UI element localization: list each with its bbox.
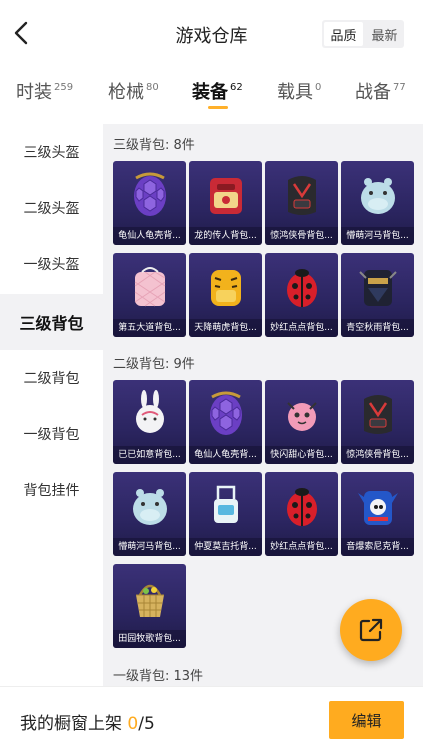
tab-label: 时装 xyxy=(16,82,52,103)
red-dragon-backpack-icon xyxy=(189,161,262,227)
basket-backpack-icon xyxy=(113,564,186,630)
inventory-item-card[interactable]: 妙红点点背包... xyxy=(265,253,338,337)
turtle-shell-backpack-icon xyxy=(189,380,262,446)
showcase-bar: 我的橱窗上架 0/5 编辑 xyxy=(0,686,423,752)
tab-count: 259 xyxy=(54,82,74,93)
pink-cute-backpack-icon xyxy=(265,380,338,446)
inventory-item-card[interactable]: 妙红点点背包... xyxy=(265,472,338,556)
showcase-status: 我的橱窗上架 0/5 xyxy=(20,709,155,734)
hippo-backpack-icon xyxy=(113,472,186,538)
inventory-item-card[interactable]: 惊鸿侠骨背包... xyxy=(265,161,338,245)
white-rabbit-backpack-icon xyxy=(113,380,186,446)
mojito-backpack-icon xyxy=(189,472,262,538)
tab-count: 0 xyxy=(315,82,322,93)
inventory-item-card[interactable]: 音爆索尼克背... xyxy=(341,472,414,556)
pink-quilted-backpack-icon xyxy=(113,253,186,319)
inventory-item-card[interactable]: 快闪甜心背包... xyxy=(265,380,338,464)
external-link-icon xyxy=(359,618,383,642)
tab-vehicles[interactable]: 载具 0 xyxy=(277,78,321,104)
tab-count: 62 xyxy=(230,82,243,93)
hippo-backpack-icon xyxy=(341,161,414,227)
item-name: 已已如意背包... xyxy=(113,446,186,464)
sort-option-latest[interactable]: 最新 xyxy=(365,20,404,48)
tab-label: 枪械 xyxy=(108,82,144,103)
tab-label: 载具 xyxy=(277,82,313,103)
showcase-label: 我的橱窗上架 xyxy=(20,714,122,734)
item-name: 惊鸿侠骨背包... xyxy=(341,446,414,464)
ladybug-backpack-icon xyxy=(265,253,338,319)
item-name: 懵萌河马背包... xyxy=(341,227,414,245)
item-name: 懵萌河马背包... xyxy=(113,538,186,556)
inventory-item-card[interactable]: 田园牧歌背包... xyxy=(113,564,186,648)
item-name: 青空秋雨背包... xyxy=(341,319,414,337)
sidebar-item-level2-helmet[interactable]: 二级头盔 xyxy=(0,180,103,236)
active-tab-indicator xyxy=(208,106,228,109)
inventory-item-card[interactable]: 青空秋雨背包... xyxy=(341,253,414,337)
black-red-backpack-icon xyxy=(341,380,414,446)
inventory-item-card[interactable]: 龙的传人背包... xyxy=(189,161,262,245)
showcase-total-count: /5 xyxy=(138,714,155,734)
turtle-shell-backpack-icon xyxy=(113,161,186,227)
item-name: 快闪甜心背包... xyxy=(265,446,338,464)
item-name: 田园牧歌背包... xyxy=(113,630,186,648)
item-name: 妙红点点背包... xyxy=(265,319,338,337)
tab-count: 77 xyxy=(393,82,406,93)
item-name: 天降萌虎背包... xyxy=(189,319,262,337)
sort-option-quality[interactable]: 品质 xyxy=(324,22,363,46)
sidebar-item-level1-backpack[interactable]: 一级背包 xyxy=(0,406,103,462)
item-name: 龙的传人背包... xyxy=(189,227,262,245)
category-tabs: 时装 259 枪械 80 装备 62 载具 0 战备 77 xyxy=(0,78,423,118)
sonic-backpack-icon xyxy=(341,472,414,538)
tab-guns[interactable]: 枪械 80 xyxy=(108,78,159,104)
item-name: 龟仙人龟壳背... xyxy=(189,446,262,464)
dark-blue-backpack-icon xyxy=(341,253,414,319)
sort-toggle: 品质 最新 xyxy=(322,20,404,48)
inventory-item-card[interactable]: 已已如意背包... xyxy=(113,380,186,464)
inventory-item-card[interactable]: 惊鸿侠骨背包... xyxy=(341,380,414,464)
yellow-tiger-backpack-icon xyxy=(189,253,262,319)
inventory-item-card[interactable]: 天降萌虎背包... xyxy=(189,253,262,337)
inventory-item-card[interactable]: 第五大道背包... xyxy=(113,253,186,337)
item-name: 龟仙人龟壳背... xyxy=(113,227,186,245)
tab-label: 装备 xyxy=(192,82,228,103)
inventory-item-card[interactable]: 龟仙人龟壳背... xyxy=(113,161,186,245)
sidebar-item-level3-backpack[interactable]: 三级背包 xyxy=(0,294,103,350)
item-name: 惊鸿侠骨背包... xyxy=(265,227,338,245)
share-button[interactable] xyxy=(340,599,402,661)
black-red-backpack-icon xyxy=(265,161,338,227)
inventory-item-card[interactable]: 仲夏莫吉托背... xyxy=(189,472,262,556)
item-name: 音爆索尼克背... xyxy=(341,538,414,556)
section-title: 三级背包: 8件 xyxy=(113,138,195,153)
ladybug-backpack-icon xyxy=(265,472,338,538)
inventory-item-card[interactable]: 龟仙人龟壳背... xyxy=(189,380,262,464)
header: 游戏仓库 品质 最新 xyxy=(0,0,423,68)
edit-button[interactable]: 编辑 xyxy=(329,701,404,739)
category-sidebar: 三级头盔 二级头盔 一级头盔 三级背包 二级背包 一级背包 背包挂件 xyxy=(0,124,103,684)
inventory-item-card[interactable]: 懵萌河马背包... xyxy=(113,472,186,556)
sidebar-item-level1-helmet[interactable]: 一级头盔 xyxy=(0,236,103,292)
showcase-current-count: 0 xyxy=(127,714,139,734)
tab-supplies[interactable]: 战备 77 xyxy=(355,78,406,104)
sidebar-item-level3-helmet[interactable]: 三级头盔 xyxy=(0,124,103,180)
sidebar-item-backpack-charm[interactable]: 背包挂件 xyxy=(0,462,103,518)
sidebar-item-level2-backpack[interactable]: 二级背包 xyxy=(0,350,103,406)
tab-equipment[interactable]: 装备 62 xyxy=(192,78,243,104)
section-title: 一级背包: 13件 xyxy=(113,669,204,684)
tab-label: 战备 xyxy=(355,82,391,103)
item-name: 第五大道背包... xyxy=(113,319,186,337)
inventory-item-card[interactable]: 懵萌河马背包... xyxy=(341,161,414,245)
item-name: 妙红点点背包... xyxy=(265,538,338,556)
tab-fashion[interactable]: 时装 259 xyxy=(16,78,73,104)
tab-count: 80 xyxy=(146,82,159,93)
item-name: 仲夏莫吉托背... xyxy=(189,538,262,556)
section-title: 二级背包: 9件 xyxy=(113,357,195,372)
